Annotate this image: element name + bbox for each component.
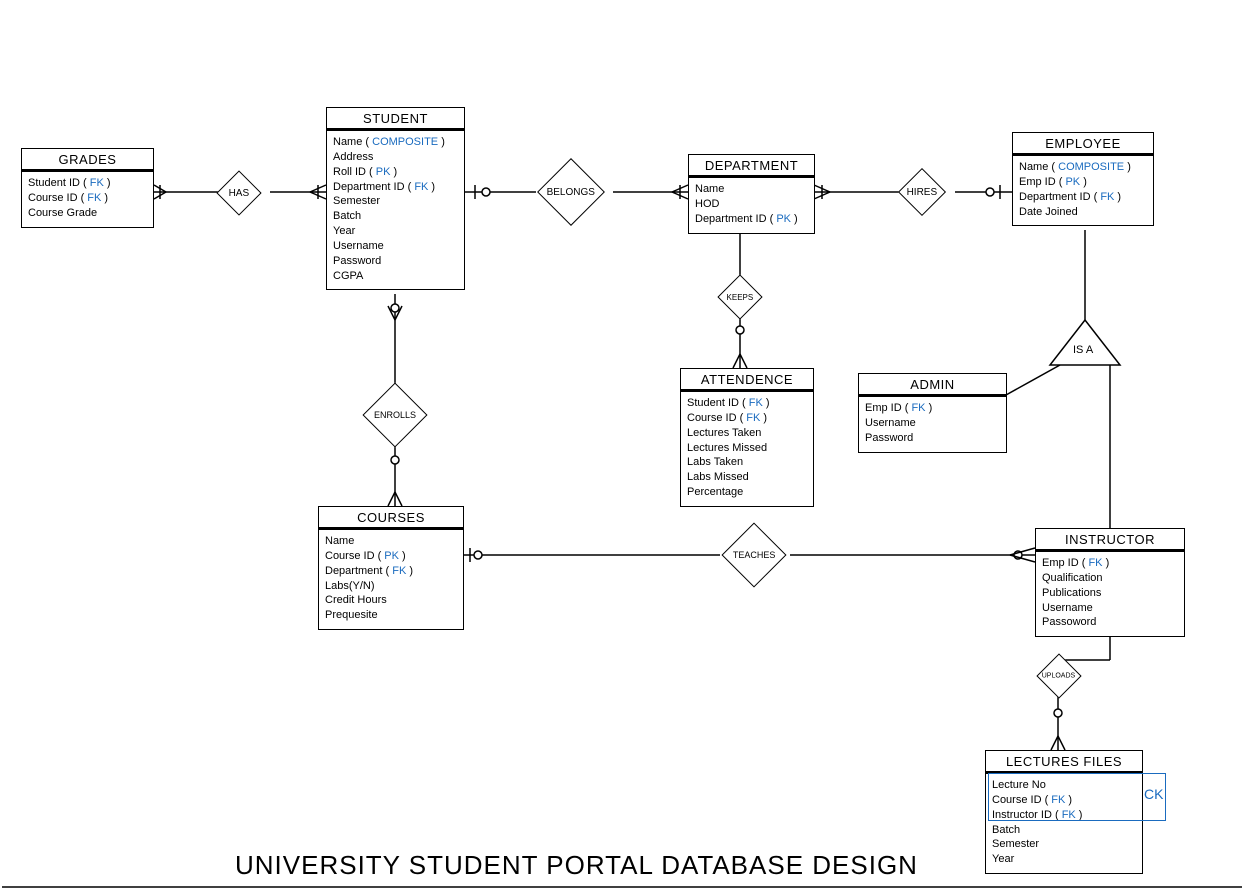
entity-student: STUDENT Name ( COMPOSITE )AddressRoll ID…	[326, 107, 465, 290]
entity-title: ATTENDENCE	[681, 369, 813, 392]
entity-title: ADMIN	[859, 374, 1006, 397]
isa-label: IS A	[1073, 344, 1093, 356]
attr: Course Grade	[28, 206, 147, 221]
attr: Username	[865, 416, 1000, 431]
entity-instructor: INSTRUCTOR Emp ID ( FK )QualificationPub…	[1035, 528, 1185, 637]
attr: Percentage	[687, 485, 807, 500]
attr: Lecture No	[992, 778, 1136, 793]
attr: Lectures Missed	[687, 441, 807, 456]
entity-attrs: NameCourse ID ( PK )Department ( FK )Lab…	[319, 530, 463, 629]
entity-title: EMPLOYEE	[1013, 133, 1153, 156]
attr: Username	[333, 239, 458, 254]
entity-grades: GRADES Student ID ( FK )Course ID ( FK )…	[21, 148, 154, 228]
attr: Emp ID ( FK )	[1042, 556, 1178, 571]
rel-hires: HIRES	[905, 175, 939, 209]
attr: Batch	[333, 209, 458, 224]
rel-enrolls: ENROLLS	[372, 392, 418, 438]
attr: Password	[333, 254, 458, 269]
entity-attrs: Emp ID ( FK )UsernamePassword	[859, 397, 1006, 452]
attr: Department ( FK )	[325, 564, 457, 579]
entity-courses: COURSES NameCourse ID ( PK )Department (…	[318, 506, 464, 630]
attr: Semester	[333, 194, 458, 209]
attr: Qualification	[1042, 571, 1178, 586]
attr: Username	[1042, 601, 1178, 616]
attr: Name ( COMPOSITE )	[333, 135, 458, 150]
attr: Passoword	[1042, 615, 1178, 630]
attr: Year	[333, 224, 458, 239]
entity-title: STUDENT	[327, 108, 464, 131]
attr: Course ID ( FK )	[28, 191, 147, 206]
attr: Credit Hours	[325, 593, 457, 608]
ck-label: CK	[1144, 786, 1163, 802]
entity-admin: ADMIN Emp ID ( FK )UsernamePassword	[858, 373, 1007, 453]
entity-employee: EMPLOYEE Name ( COMPOSITE )Emp ID ( PK )…	[1012, 132, 1154, 226]
attr: Password	[865, 431, 1000, 446]
attr: Name ( COMPOSITE )	[1019, 160, 1147, 175]
attr: Labs Taken	[687, 455, 807, 470]
rel-keeps: KEEPS	[724, 281, 756, 313]
entity-attrs: Name ( COMPOSITE )Emp ID ( PK )Departmen…	[1013, 156, 1153, 225]
entity-attrs: Lecture NoCourse ID ( FK )Instructor ID …	[986, 774, 1142, 873]
attr: HOD	[695, 197, 808, 212]
attr: Student ID ( FK )	[28, 176, 147, 191]
attr: CGPA	[333, 269, 458, 284]
attr: Department ID ( FK )	[1019, 190, 1147, 205]
attr: Department ID ( FK )	[333, 180, 458, 195]
attr: Student ID ( FK )	[687, 396, 807, 411]
entity-attendence: ATTENDENCE Student ID ( FK )Course ID ( …	[680, 368, 814, 507]
attr: Address	[333, 150, 458, 165]
attr: Roll ID ( PK )	[333, 165, 458, 180]
attr: Instructor ID ( FK )	[992, 808, 1136, 823]
entity-department: DEPARTMENT NameHODDepartment ID ( PK )	[688, 154, 815, 234]
attr: Course ID ( PK )	[325, 549, 457, 564]
attr: Lectures Taken	[687, 426, 807, 441]
entity-attrs: Student ID ( FK )Course ID ( FK )Lecture…	[681, 392, 813, 506]
rel-belongs: BELONGS	[547, 168, 595, 216]
entity-title: GRADES	[22, 149, 153, 172]
attr: Semester	[992, 837, 1136, 852]
rel-teaches: TEACHES	[731, 532, 777, 578]
attr: Name	[695, 182, 808, 197]
entity-title: DEPARTMENT	[689, 155, 814, 178]
entity-lectures-files: LECTURES FILES Lecture NoCourse ID ( FK …	[985, 750, 1143, 874]
diagram-title: UNIVERSITY STUDENT PORTAL DATABASE DESIG…	[235, 850, 918, 881]
rel-has: HAS	[223, 177, 255, 209]
attr: Course ID ( FK )	[992, 793, 1136, 808]
entity-title: COURSES	[319, 507, 463, 530]
rel-uploads: UPLOADS	[1043, 660, 1075, 692]
entity-title: LECTURES FILES	[986, 751, 1142, 774]
attr: Name	[325, 534, 457, 549]
entity-attrs: NameHODDepartment ID ( PK )	[689, 178, 814, 233]
attr: Year	[992, 852, 1136, 867]
entity-attrs: Emp ID ( FK )QualificationPublicationsUs…	[1036, 552, 1184, 636]
entity-attrs: Student ID ( FK )Course ID ( FK )Course …	[22, 172, 153, 227]
attr: Date Joined	[1019, 205, 1147, 220]
attr: Labs(Y/N)	[325, 579, 457, 594]
attr: Publications	[1042, 586, 1178, 601]
entity-title: INSTRUCTOR	[1036, 529, 1184, 552]
attr: Emp ID ( PK )	[1019, 175, 1147, 190]
entity-attrs: Name ( COMPOSITE )AddressRoll ID ( PK )D…	[327, 131, 464, 289]
attr: Labs Missed	[687, 470, 807, 485]
attr: Prequesite	[325, 608, 457, 623]
attr: Emp ID ( FK )	[865, 401, 1000, 416]
attr: Department ID ( PK )	[695, 212, 808, 227]
attr: Batch	[992, 823, 1136, 838]
attr: Course ID ( FK )	[687, 411, 807, 426]
